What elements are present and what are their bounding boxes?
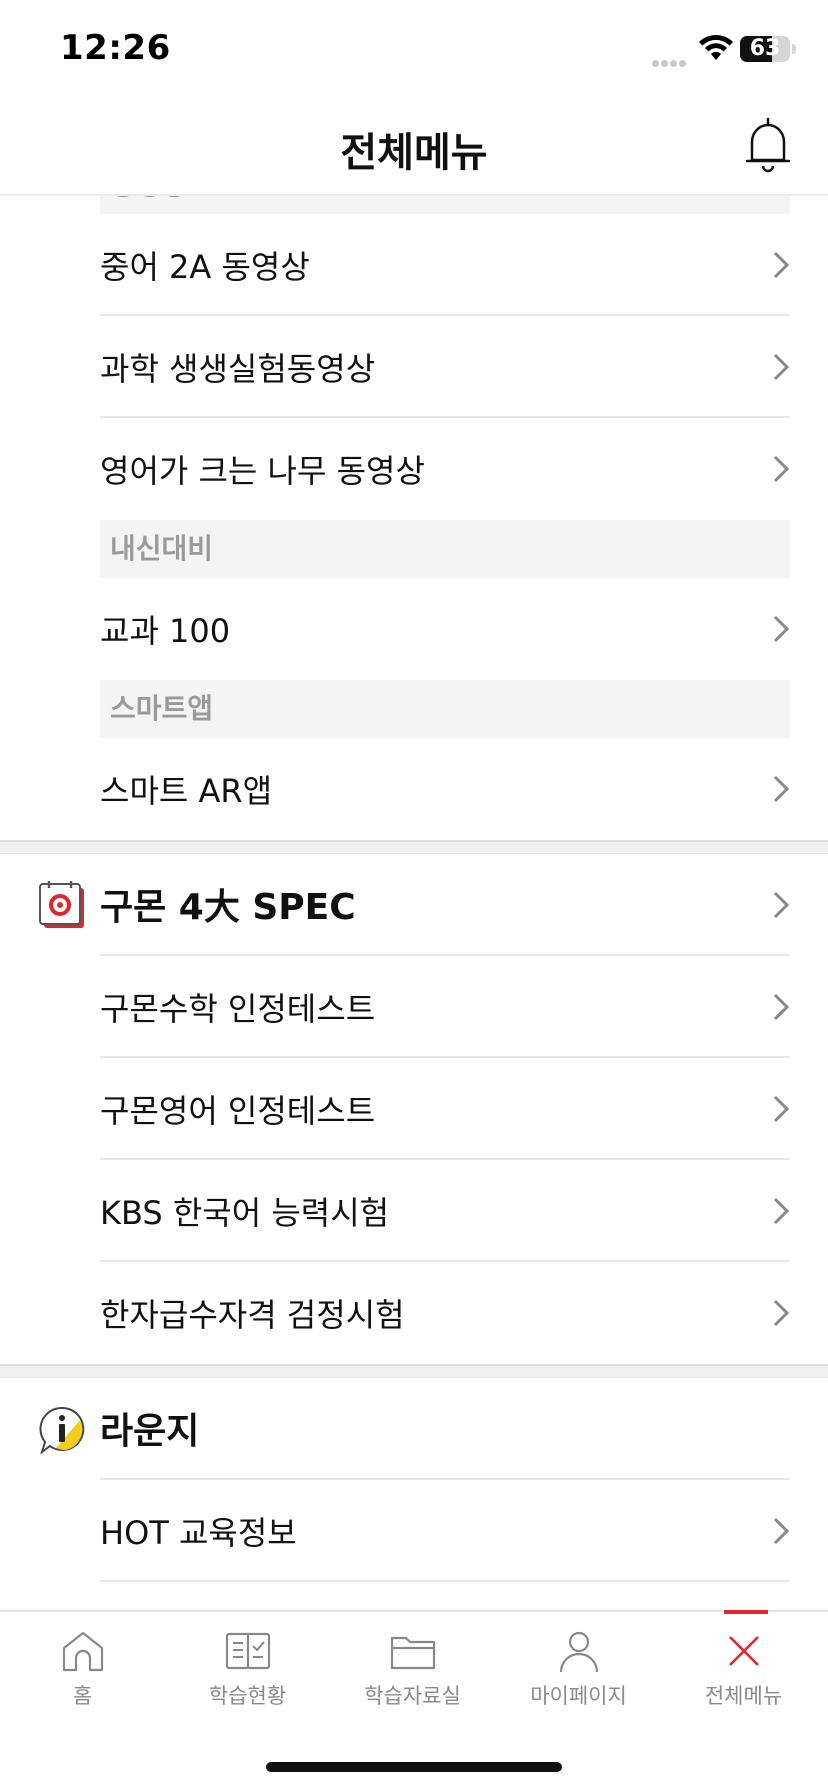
tab-study-status[interactable]: 학습현황 bbox=[165, 1612, 330, 1722]
menu-item-label: 과학 생생실험동영상 bbox=[100, 350, 376, 388]
menu-item-label: 영어가 크는 나무 동영상 bbox=[100, 452, 425, 490]
subheader-smartapp: 스마트앱 bbox=[100, 680, 790, 738]
menu-item-label: 스마트 AR앱 bbox=[100, 772, 273, 810]
tab-resources[interactable]: 학습자료실 bbox=[330, 1612, 495, 1722]
person-icon bbox=[559, 1631, 599, 1673]
section-spec[interactable]: 구몬 4大 SPEC bbox=[0, 854, 828, 956]
subheader-naesin: 내신대비 bbox=[100, 520, 790, 578]
menu-item-label: HOT 교육정보 bbox=[100, 1514, 297, 1552]
menu-item-label: 한자급수자격 검정시험 bbox=[100, 1296, 405, 1334]
menu-item-hot-edu-info[interactable]: HOT 교육정보 bbox=[100, 1480, 790, 1582]
menu-item-science-video[interactable]: 과학 생생실험동영상 bbox=[100, 316, 790, 418]
menu-item-english-test[interactable]: 구몬영어 인정테스트 bbox=[100, 1058, 790, 1160]
info-speech-bubble-icon bbox=[39, 1406, 85, 1455]
tab-label: 마이페이지 bbox=[530, 1684, 627, 1708]
tab-full-menu[interactable]: 전체메뉴 bbox=[661, 1612, 826, 1722]
menu-item-english-tree-video[interactable]: 영어가 크는 나무 동영상 bbox=[100, 418, 790, 520]
wifi-icon bbox=[699, 34, 733, 60]
menu-item-label: KBS 한국어 능력시험 bbox=[100, 1194, 390, 1232]
chevron-right-icon bbox=[773, 891, 790, 919]
tab-mypage[interactable]: 마이페이지 bbox=[496, 1612, 661, 1722]
tab-home[interactable]: 홈 bbox=[0, 1612, 165, 1722]
menu-item-label: 구몬수학 인정테스트 bbox=[100, 990, 376, 1028]
section-divider bbox=[0, 840, 828, 854]
subheader-video: 동영상 bbox=[100, 196, 790, 214]
section-divider bbox=[0, 1364, 828, 1378]
battery-icon: 63 bbox=[740, 36, 790, 62]
battery-tip bbox=[792, 44, 796, 54]
menu-item-label: 교과 100 bbox=[100, 612, 231, 650]
section-title: 구몬 4大 SPEC bbox=[100, 887, 356, 928]
page-title: 전체메뉴 bbox=[340, 130, 488, 176]
chevron-right-icon bbox=[773, 1197, 790, 1225]
home-icon bbox=[62, 1631, 104, 1672]
calendar-target-icon bbox=[39, 881, 84, 928]
tab-label: 학습자료실 bbox=[364, 1684, 461, 1708]
menu-item-label: 구몬영어 인정테스트 bbox=[100, 1092, 376, 1130]
menu-item-kbs-korean-test[interactable]: KBS 한국어 능력시험 bbox=[100, 1160, 790, 1262]
chevron-right-icon bbox=[773, 353, 790, 381]
chevron-right-icon bbox=[773, 615, 790, 643]
status-time: 12:26 bbox=[60, 28, 171, 68]
menu-item-label: 중어 2A 동영상 bbox=[100, 248, 310, 286]
chevron-right-icon bbox=[773, 1517, 790, 1545]
chevron-right-icon bbox=[773, 993, 790, 1021]
app-header: 전체메뉴 bbox=[0, 98, 828, 196]
menu-item-math-test[interactable]: 구몬수학 인정테스트 bbox=[100, 956, 790, 1058]
section-title: 라운지 bbox=[100, 1411, 200, 1452]
menu-item-chinese-video[interactable]: 중어 2A 동영상 bbox=[100, 214, 790, 316]
tab-label: 학습현황 bbox=[208, 1684, 287, 1708]
chevron-right-icon bbox=[773, 1299, 790, 1327]
cellular-signal-icon bbox=[652, 52, 692, 67]
battery-level: 63 bbox=[749, 36, 781, 61]
chevron-right-icon bbox=[773, 455, 790, 483]
status-bar: 12:26 63 bbox=[0, 0, 828, 98]
menu-item-textbook-100[interactable]: 교과 100 bbox=[100, 578, 790, 680]
section-lounge: 라운지 bbox=[0, 1378, 828, 1480]
chevron-right-icon bbox=[773, 775, 790, 803]
chevron-right-icon bbox=[773, 1095, 790, 1123]
folder-icon bbox=[390, 1636, 436, 1670]
menu-item-hanja-test[interactable]: 한자급수자격 검정시험 bbox=[100, 1262, 790, 1364]
home-indicator bbox=[266, 1762, 562, 1772]
tab-label: 전체메뉴 bbox=[704, 1684, 783, 1708]
menu-item-smart-ar-app[interactable]: 스마트 AR앱 bbox=[100, 738, 790, 840]
menu-scroll-area[interactable]: 동영상 중어 2A 동영상 과학 생생실험동영상 영어가 크는 나무 동영상 내… bbox=[0, 196, 828, 1610]
chevron-right-icon bbox=[773, 251, 790, 279]
tab-label: 홈 bbox=[72, 1684, 93, 1708]
close-icon bbox=[729, 1636, 759, 1666]
book-check-icon bbox=[225, 1632, 271, 1670]
bell-icon[interactable] bbox=[744, 116, 792, 174]
